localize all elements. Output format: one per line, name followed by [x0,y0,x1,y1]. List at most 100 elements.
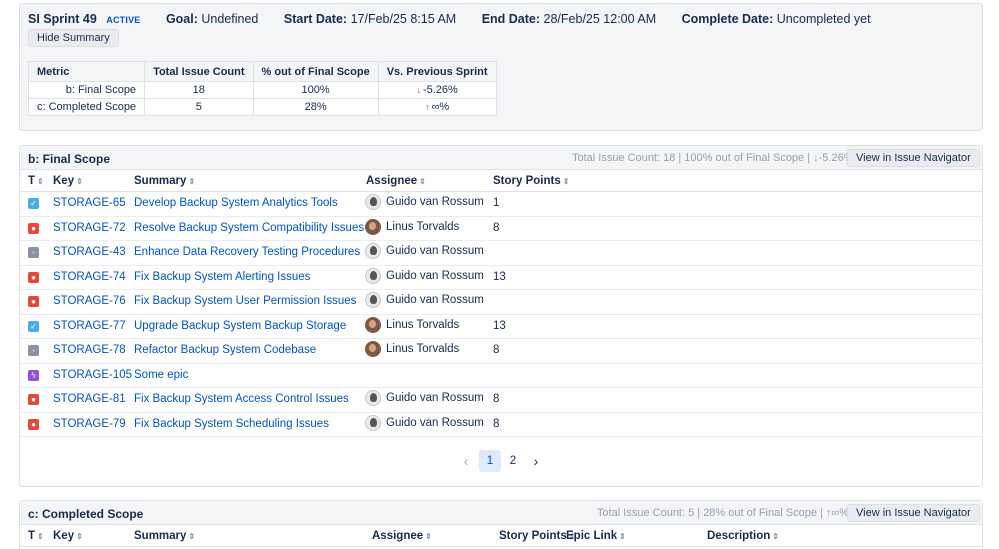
chevron-right-icon[interactable]: › [525,450,547,472]
completed-scope-info: Total Issue Count: 5 | 28% out of Final … [597,507,850,519]
column-story-points[interactable]: Story Points ⇕ [499,530,575,542]
column-type[interactable]: T ⇕ [28,530,44,542]
sprint-end-date: End Date: 28/Feb/25 12:00 AM [481,12,657,26]
issue-row: ◦ STORAGE-78 Refactor Backup System Codeba… [20,339,982,364]
column-description[interactable]: Description ⇕ [707,530,779,542]
completed-scope-title: c: Completed Scope [28,507,144,521]
issue-key-link[interactable]: STORAGE-65 [53,197,126,209]
final-scope-info: Total Issue Count: 18 | 100% out of Fina… [572,152,854,164]
sprint-start-date: Start Date: 17/Feb/25 8:15 AM [283,12,457,26]
assignee-name: Linus Torvalds [386,343,460,355]
summary-header-count: Total Issue Count [144,61,254,82]
bug-icon: ● [28,418,39,430]
completed-scope-section: c: Completed Scope Total Issue Count: 5 … [19,500,983,549]
issue-table-header: T ⇕ Key ⇕ Summary ⇕ Assignee ⇕ Story Points ⇕ [20,170,982,192]
summary-percent: 28% [252,98,379,116]
issue-key-link[interactable]: STORAGE-105 [53,369,132,381]
hide-summary-button[interactable]: Hide Summary [28,29,119,47]
issue-summary-link[interactable]: Upgrade Backup System Backup Storage [134,320,346,332]
sort-icon: ⇕ [188,177,196,186]
column-assignee[interactable]: Assignee ⇕ [366,175,426,187]
avatar [365,390,381,406]
view-in-issue-navigator-button[interactable]: View in Issue Navigator [847,149,980,167]
issue-key-link[interactable]: STORAGE-81 [53,393,126,405]
column-type[interactable]: T ⇕ [28,175,44,187]
issue-summary-link[interactable]: Fix Backup System Alerting Issues [134,271,310,283]
issue-row: ✓ STORAGE-65 Develop Backup System Analyti… [20,192,982,217]
summary-metric: c: Completed Scope [27,98,146,116]
issue-assignee: Guido van Rossum [365,243,484,263]
issue-key-link[interactable]: STORAGE-72 [53,222,126,234]
issue-summary-link[interactable]: Refactor Backup System Codebase [134,344,316,356]
sprint-summary-panel: SI Sprint 49 ACTIVE Goal: Undefined Star… [19,3,983,131]
assignee-name: Guido van Rossum [386,196,484,208]
summary-count: 5 [144,98,254,116]
sprint-header: SI Sprint 49 ACTIVE Goal: Undefined Star… [28,12,974,30]
final-scope-title: b: Final Scope [28,152,111,166]
bug-icon: ● [28,296,39,307]
issue-story-points: 1 [493,197,500,209]
bug-icon: ● [28,271,39,283]
assignee-name: Linus Torvalds [386,220,460,233]
sort-icon: ⇕ [188,532,196,541]
issue-key-link[interactable]: STORAGE-79 [53,418,126,430]
issue-summary-link[interactable]: Develop Backup System Analytics Tools [134,197,338,209]
issue-assignee: Guido van Rossum [365,390,484,410]
issue-key-link[interactable]: STORAGE-78 [53,344,126,356]
issue-story-points: 8 [493,417,500,430]
sort-icon: ⇕ [425,532,432,541]
issue-assignee: Linus Torvalds [365,316,460,337]
issue-row: ● STORAGE-81 Fix Backup System Access Cont… [20,388,982,413]
issue-row: ◦ STORAGE-43 Enhance Data Recovery Testing… [20,241,982,266]
issue-row: ● STORAGE-79 Fix Backup System Scheduling … [20,413,982,437]
issue-key-link[interactable]: STORAGE-76 [53,295,126,307]
sort-icon: ⇕ [37,177,44,186]
sort-icon: ⇕ [419,177,426,186]
bug-icon: ● [28,394,39,405]
issue-summary-link[interactable]: Enhance Data Recovery Testing Procedures [134,246,360,258]
summary-count: 18 [144,81,254,99]
column-assignee[interactable]: Assignee ⇕ [372,530,432,542]
completed-scope-header: c: Completed Scope Total Issue Count: 5 … [20,501,982,525]
pagination: ‹ 1 2 › [20,450,982,472]
issue-summary-link[interactable]: Fix Backup System User Permission Issues [134,295,356,307]
story-icon: ✓ [28,320,39,332]
arrow-up-icon: ↑ [425,102,430,112]
page-1-button[interactable]: 1 [479,450,501,472]
sprint-status-badge: ACTIVE [106,15,141,25]
summary-header-metric: Metric [27,61,146,82]
issue-summary-link[interactable]: Fix Backup System Scheduling Issues [134,418,329,430]
summary-header-percent: % out of Final Scope [252,61,379,82]
view-in-issue-navigator-button[interactable]: View in Issue Navigator [847,504,980,522]
task-icon: ◦ [28,247,39,258]
assignee-name: Linus Torvalds [386,318,460,331]
column-key[interactable]: Key ⇕ [53,530,83,542]
assignee-name: Guido van Rossum [386,416,484,429]
issue-summary-link[interactable]: Fix Backup System Access Control Issues [134,393,349,405]
column-summary[interactable]: Summary ⇕ [134,530,195,542]
issue-row: ϟ STORAGE-105 Some epic [20,364,982,388]
sort-icon: ⇕ [772,532,779,541]
issue-story-points: 13 [493,319,506,332]
page-2-button[interactable]: 2 [502,450,524,472]
issue-assignee: Guido van Rossum [365,414,484,435]
summary-metric: b: Final Scope [27,81,146,99]
issue-assignee: Guido van Rossum [365,292,484,312]
column-epic-link[interactable]: Epic Link ⇕ [566,530,626,542]
summary-row-completed-scope: c: Completed Scope 5 28% ↑ ∞% [27,98,497,116]
issue-summary-link[interactable]: Some epic [134,369,188,381]
task-icon: ◦ [28,345,39,356]
sort-icon: ⇕ [76,177,83,186]
issue-summary-link[interactable]: Resolve Backup System Compatibility Issu… [134,222,364,234]
story-icon: ✓ [28,198,39,209]
column-key[interactable]: Key ⇕ [53,175,83,187]
issue-key-link[interactable]: STORAGE-43 [53,246,126,258]
chevron-left-icon[interactable]: ‹ [455,450,477,472]
summary-percent: 100% [252,81,379,99]
issue-key-link[interactable]: STORAGE-77 [53,320,126,332]
issue-key-link[interactable]: STORAGE-74 [53,271,126,283]
column-summary[interactable]: Summary ⇕ [134,175,195,187]
issue-assignee: Guido van Rossum [365,267,484,288]
column-story-points[interactable]: Story Points ⇕ [493,175,569,187]
sort-icon: ⇕ [37,532,44,541]
